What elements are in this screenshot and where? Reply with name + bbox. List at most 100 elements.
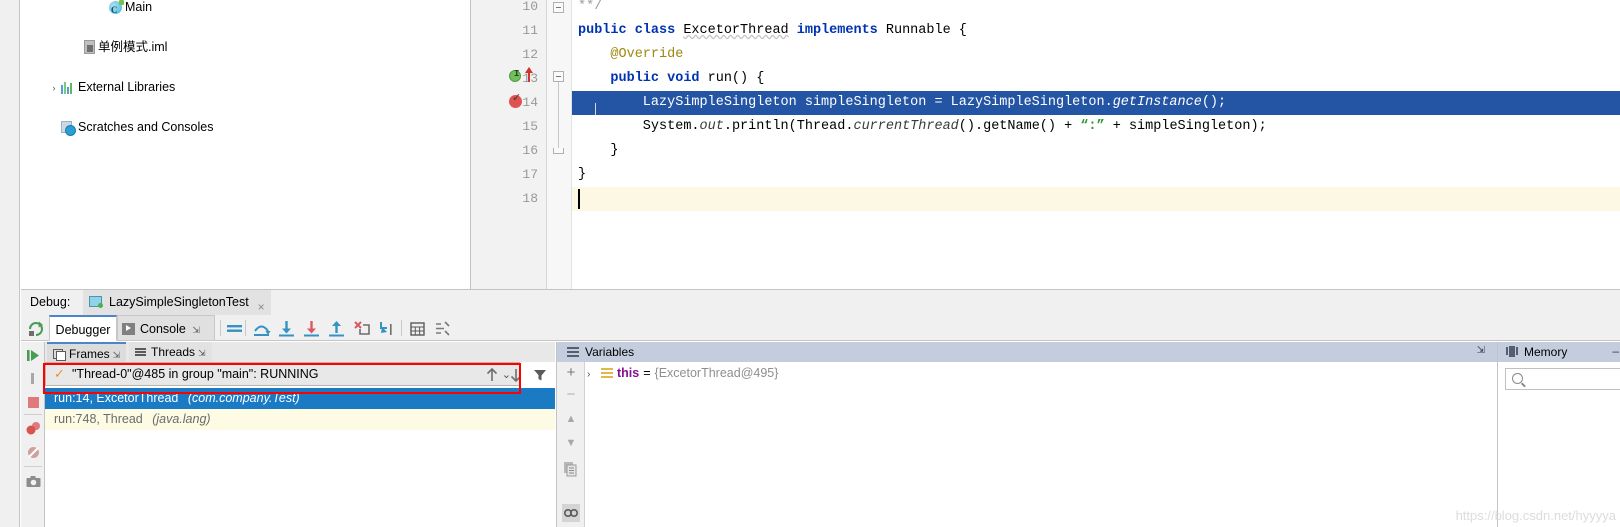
variables-panel: Variables ⇲ + − ▲ ▼ › this = {ExcetorThr… bbox=[556, 342, 1497, 527]
red-annotation-box bbox=[43, 363, 521, 394]
tree-item-label: Main bbox=[125, 0, 153, 14]
layout-settings-icon[interactable] bbox=[433, 319, 452, 338]
debug-window-label: Debug: bbox=[30, 295, 71, 309]
tab-threads-label: Threads bbox=[151, 345, 196, 359]
mute-breakpoints-icon[interactable] bbox=[25, 444, 42, 461]
collapse-icon[interactable]: – bbox=[1612, 344, 1619, 358]
editor-fold-column[interactable] bbox=[547, 0, 572, 289]
text-caret bbox=[578, 189, 580, 209]
stop-icon[interactable] bbox=[25, 394, 42, 411]
pin-icon[interactable]: ⇲ bbox=[192, 325, 200, 335]
tree-item-main[interactable]: Main bbox=[21, 0, 470, 20]
move-down-icon[interactable]: ▼ bbox=[562, 434, 580, 452]
frames-threads-tabbar: Frames ⇲ Threads ⇲ bbox=[45, 342, 555, 362]
screenshot-icon[interactable] bbox=[25, 473, 42, 490]
frame-list-item[interactable]: run:748, Thread (java.lang) bbox=[45, 409, 555, 430]
pin-icon[interactable]: ⇲ bbox=[113, 350, 121, 360]
line-number: 17 bbox=[522, 167, 538, 182]
tab-threads[interactable]: Threads ⇲ bbox=[129, 342, 212, 362]
tab-debugger[interactable]: Debugger bbox=[49, 315, 117, 341]
fold-marker-icon[interactable] bbox=[553, 71, 564, 82]
variable-value: {ExcetorThread@495} bbox=[654, 366, 779, 380]
tab-frames-label: Frames bbox=[69, 347, 110, 361]
step-out-icon[interactable] bbox=[327, 319, 346, 338]
frame-method: run:748, Thread bbox=[54, 412, 143, 426]
pause-program-icon[interactable] bbox=[25, 370, 42, 387]
breakpoint-icon[interactable] bbox=[509, 91, 522, 108]
chevron-right-icon[interactable]: › bbox=[587, 369, 601, 380]
memory-icon bbox=[1506, 346, 1519, 357]
pin-icon[interactable]: ⇲ bbox=[198, 348, 206, 358]
resume-program-icon[interactable] bbox=[25, 347, 42, 364]
code-editor[interactable]: 10 11 12 13 14 15 16 17 18 **/ public cl… bbox=[471, 0, 1620, 289]
tab-debugger-label: Debugger bbox=[55, 323, 111, 337]
variable-equals: = bbox=[643, 366, 651, 380]
code-line: @Override bbox=[578, 47, 684, 62]
watches-icon[interactable] bbox=[562, 504, 580, 522]
object-node-icon bbox=[601, 368, 613, 378]
tree-item-label: External Libraries bbox=[78, 80, 176, 94]
code-line: System.out.println(Thread.currentThread(… bbox=[578, 119, 1267, 134]
left-tool-rail: Favorites bbox=[0, 0, 20, 527]
tab-frames[interactable]: Frames ⇲ bbox=[47, 342, 127, 362]
frame-package: (java.lang) bbox=[152, 412, 211, 426]
threads-icon bbox=[135, 347, 147, 357]
frames-icon bbox=[53, 349, 66, 361]
line-number: 15 bbox=[522, 119, 538, 134]
run-to-cursor-icon[interactable] bbox=[377, 319, 396, 338]
watermark-text: https://blog.csdn.net/hyyyya bbox=[1455, 508, 1616, 523]
tree-item-label: Scratches and Consoles bbox=[78, 120, 214, 134]
line-number: 18 bbox=[522, 191, 538, 206]
tree-item-scratches[interactable]: Scratches and Consoles bbox=[21, 117, 470, 137]
code-line: } bbox=[578, 143, 619, 158]
variable-row-this[interactable]: › this = {ExcetorThread@495} bbox=[587, 366, 778, 380]
search-icon bbox=[1512, 373, 1523, 384]
variables-panel-header: Variables ⇲ bbox=[557, 342, 1497, 362]
run-to-line-marker-icon[interactable] bbox=[509, 69, 521, 82]
editor-gutter[interactable]: 10 11 12 13 14 15 16 17 18 bbox=[471, 0, 547, 289]
memory-search-input[interactable] bbox=[1505, 368, 1620, 390]
code-line: **/ bbox=[578, 0, 603, 14]
line-number: 16 bbox=[522, 143, 538, 158]
remove-watch-icon[interactable]: − bbox=[562, 386, 580, 404]
external-libraries-icon bbox=[61, 81, 75, 94]
variable-name: this bbox=[617, 366, 640, 380]
filter-icon[interactable] bbox=[531, 366, 549, 384]
scratches-consoles-icon bbox=[61, 121, 76, 136]
tree-item-label: 单例模式.iml bbox=[98, 40, 168, 54]
pin-icon[interactable]: ⇲ bbox=[1477, 345, 1485, 356]
tab-console[interactable]: Console ⇲ bbox=[117, 315, 215, 341]
debug-side-toolbar bbox=[21, 342, 45, 527]
run-configuration-icon bbox=[89, 296, 103, 308]
chevron-right-icon[interactable]: › bbox=[47, 78, 61, 98]
code-line-caret-row bbox=[572, 187, 1620, 211]
tree-item-external-libraries[interactable]: › External Libraries bbox=[21, 77, 470, 97]
execution-arrow-icon bbox=[525, 67, 533, 82]
memory-panel-header: Memory – bbox=[1498, 342, 1620, 362]
step-over-icon[interactable] bbox=[252, 319, 271, 338]
rerun-icon[interactable] bbox=[26, 319, 45, 338]
force-step-into-icon[interactable] bbox=[302, 319, 321, 338]
move-up-icon[interactable]: ▲ bbox=[562, 410, 580, 428]
view-breakpoints-icon[interactable] bbox=[25, 420, 42, 437]
fold-marker-icon[interactable] bbox=[553, 2, 564, 13]
step-into-icon[interactable] bbox=[277, 319, 296, 338]
line-number: 11 bbox=[522, 23, 538, 38]
memory-header-label: Memory bbox=[1524, 345, 1568, 359]
fold-region-line bbox=[558, 82, 559, 148]
add-watch-icon[interactable]: + bbox=[562, 364, 580, 382]
project-tree: Main 单例模式.iml › External Libraries Scratc… bbox=[21, 0, 471, 289]
variables-gutter-toolbar: + − ▲ ▼ bbox=[557, 362, 585, 527]
show-execution-point-icon[interactable] bbox=[225, 319, 244, 338]
tree-item-iml[interactable]: 单例模式.iml bbox=[21, 37, 470, 57]
debug-tool-window-header: Debug: LazySimpleSingletonTest × bbox=[21, 290, 1620, 315]
debugger-toolbar: Debugger Console ⇲ bbox=[21, 315, 1620, 341]
code-line: } bbox=[578, 167, 587, 182]
line-number: 12 bbox=[522, 47, 538, 62]
drop-frame-icon[interactable] bbox=[352, 319, 371, 338]
code-line-execution-highlight: LazySimpleSingleton simpleSingleton = La… bbox=[572, 91, 1620, 115]
debug-session-tab[interactable]: LazySimpleSingletonTest × bbox=[83, 290, 271, 315]
copy-icon[interactable] bbox=[562, 460, 580, 478]
evaluate-expression-icon[interactable] bbox=[408, 319, 427, 338]
code-text-area[interactable]: **/ public class ExcetorThread implement… bbox=[572, 0, 1620, 289]
